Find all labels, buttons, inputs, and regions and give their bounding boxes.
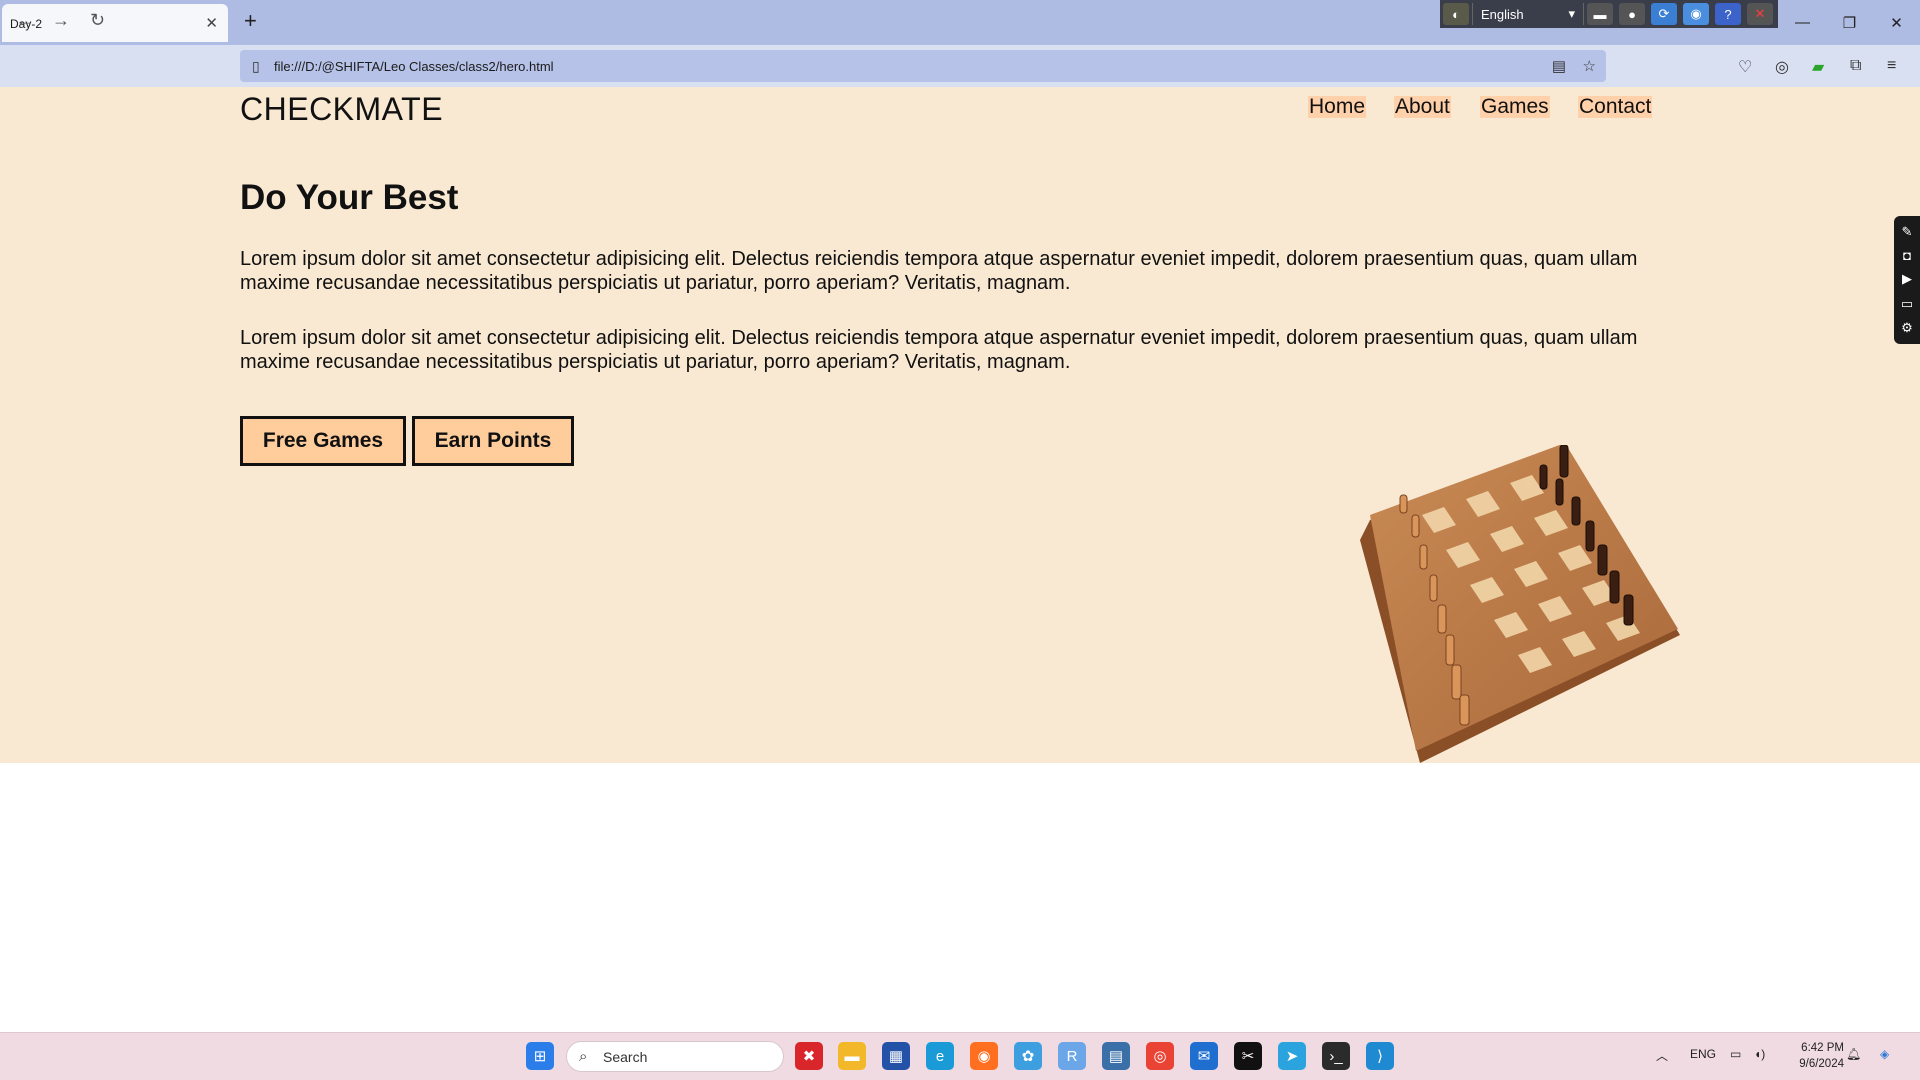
clock-time: 6:42 PM bbox=[1801, 1042, 1844, 1054]
video-icon[interactable]: ▶ bbox=[1902, 271, 1912, 287]
hero-paragraph: Lorem ipsum dolor sit amet consectetur a… bbox=[240, 248, 1638, 294]
pen-icon[interactable]: ✎ bbox=[1902, 224, 1913, 240]
earn-points-button[interactable]: Earn Points bbox=[412, 416, 574, 466]
window-close-icon[interactable]: ✕ bbox=[1873, 0, 1920, 45]
extension-toolbar: ◐ English ▾ ▬ ● ⟳ ◉ ? ✕ bbox=[1440, 0, 1778, 28]
nav-link-games[interactable]: Games bbox=[1480, 96, 1550, 118]
r-app-icon[interactable]: R bbox=[1058, 1042, 1086, 1070]
volume-icon[interactable]: ◖) bbox=[1754, 1047, 1765, 1061]
restore-icon[interactable]: ❐ bbox=[1826, 0, 1873, 45]
language-indicator[interactable]: ENG bbox=[1690, 1047, 1716, 1061]
language-dropdown[interactable]: English ▾ bbox=[1472, 3, 1584, 25]
app-x-icon[interactable]: ✖ bbox=[795, 1042, 823, 1070]
back-arrow-icon[interactable]: ← bbox=[16, 10, 34, 31]
store-icon[interactable]: ▦ bbox=[882, 1042, 910, 1070]
bookmark-star-icon[interactable]: ☆ bbox=[1583, 57, 1596, 75]
copilot-icon[interactable]: ◈ bbox=[1880, 1047, 1889, 1061]
nav-link-about[interactable]: About bbox=[1394, 96, 1451, 118]
window-icon[interactable]: ▭ bbox=[1901, 296, 1913, 312]
vscode-icon[interactable]: ⟩ bbox=[1366, 1042, 1394, 1070]
extension-icon[interactable]: ◐ bbox=[1443, 3, 1469, 25]
help-icon[interactable]: ? bbox=[1715, 3, 1741, 25]
window-controls: — ❐ ✕ bbox=[1779, 0, 1920, 45]
chessboard-image bbox=[1360, 445, 1680, 763]
browser-tab[interactable]: Day-2 ✕ bbox=[2, 4, 228, 42]
screen-capture-widget: ✎ ◘ ▶ ▭ ⚙ bbox=[1894, 216, 1920, 344]
nav-link-contact[interactable]: Contact bbox=[1578, 96, 1653, 118]
reader-view-icon[interactable]: ▤ bbox=[1552, 57, 1566, 75]
network-icon[interactable]: ▭ bbox=[1730, 1047, 1741, 1061]
page-title: Do Your Best bbox=[240, 178, 459, 217]
close-tab-icon[interactable]: ✕ bbox=[205, 14, 218, 32]
taskbar-search[interactable]: ⌕ Search bbox=[566, 1041, 784, 1072]
site-logo[interactable]: CHECKMATE bbox=[240, 91, 443, 128]
minimize-bar-icon[interactable]: ▬ bbox=[1587, 3, 1613, 25]
extension-green-icon[interactable]: ▰ bbox=[1812, 57, 1824, 77]
windows-start-icon[interactable]: ⊞ bbox=[526, 1042, 554, 1070]
clock-date: 9/6/2024 bbox=[1799, 1058, 1844, 1070]
capcut-icon[interactable]: ✂ bbox=[1234, 1042, 1262, 1070]
mail-icon[interactable]: ✉ bbox=[1190, 1042, 1218, 1070]
chevron-down-icon: ▾ bbox=[1568, 6, 1575, 21]
new-tab-button[interactable]: + bbox=[244, 8, 257, 34]
pocket-icon[interactable]: ♡ bbox=[1738, 57, 1752, 77]
notification-bell-icon[interactable]: 🔔︎ bbox=[1846, 1047, 1861, 1061]
language-label: English bbox=[1481, 6, 1524, 22]
free-games-button[interactable]: Free Games bbox=[240, 416, 406, 466]
edge-icon[interactable]: e bbox=[926, 1042, 954, 1070]
search-placeholder: Search bbox=[603, 1049, 648, 1065]
hero-paragraph: Lorem ipsum dolor sit amet consectetur a… bbox=[240, 327, 1638, 373]
extensions-puzzle-icon[interactable]: ⧉ bbox=[1850, 57, 1861, 75]
remote-desktop-icon[interactable]: ▤ bbox=[1102, 1042, 1130, 1070]
settings-gear-icon[interactable]: ⚙ bbox=[1901, 320, 1913, 336]
mouse-icon[interactable]: ● bbox=[1619, 3, 1645, 25]
close-icon[interactable]: ✕ bbox=[1747, 3, 1773, 25]
address-bar[interactable]: ▯ file:///D:/@SHIFTA/Leo Classes/class2/… bbox=[240, 50, 1606, 82]
nav-link-home[interactable]: Home bbox=[1308, 96, 1367, 118]
app-blue-icon[interactable]: ✿ bbox=[1014, 1042, 1042, 1070]
page-icon: ▯ bbox=[252, 58, 260, 74]
file-explorer-icon[interactable]: ▬ bbox=[838, 1042, 866, 1070]
firefox-icon[interactable]: ◉ bbox=[970, 1042, 998, 1070]
globe-icon[interactable]: ◉ bbox=[1683, 3, 1709, 25]
search-icon: ⌕ bbox=[579, 1048, 588, 1065]
taskbar bbox=[0, 1032, 1920, 1080]
terminal-icon[interactable]: ›_ bbox=[1322, 1042, 1350, 1070]
chevron-up-icon[interactable]: ︿ bbox=[1656, 1047, 1668, 1064]
url-text: file:///D:/@SHIFTA/Leo Classes/class2/he… bbox=[274, 59, 554, 74]
clock[interactable]: 6:42 PM 9/6/2024 bbox=[1784, 1040, 1844, 1072]
minimize-icon[interactable]: — bbox=[1779, 0, 1826, 45]
reload-icon[interactable]: ↻ bbox=[90, 10, 105, 31]
telegram-icon[interactable]: ➤ bbox=[1278, 1042, 1306, 1070]
menu-icon[interactable]: ≡ bbox=[1887, 57, 1896, 75]
account-icon[interactable]: ◎ bbox=[1775, 57, 1789, 77]
camera-icon[interactable]: ◘ bbox=[1903, 248, 1911, 263]
chrome-icon[interactable]: ◎ bbox=[1146, 1042, 1174, 1070]
refresh-icon[interactable]: ⟳ bbox=[1651, 3, 1677, 25]
forward-arrow-icon[interactable]: → bbox=[52, 10, 70, 31]
